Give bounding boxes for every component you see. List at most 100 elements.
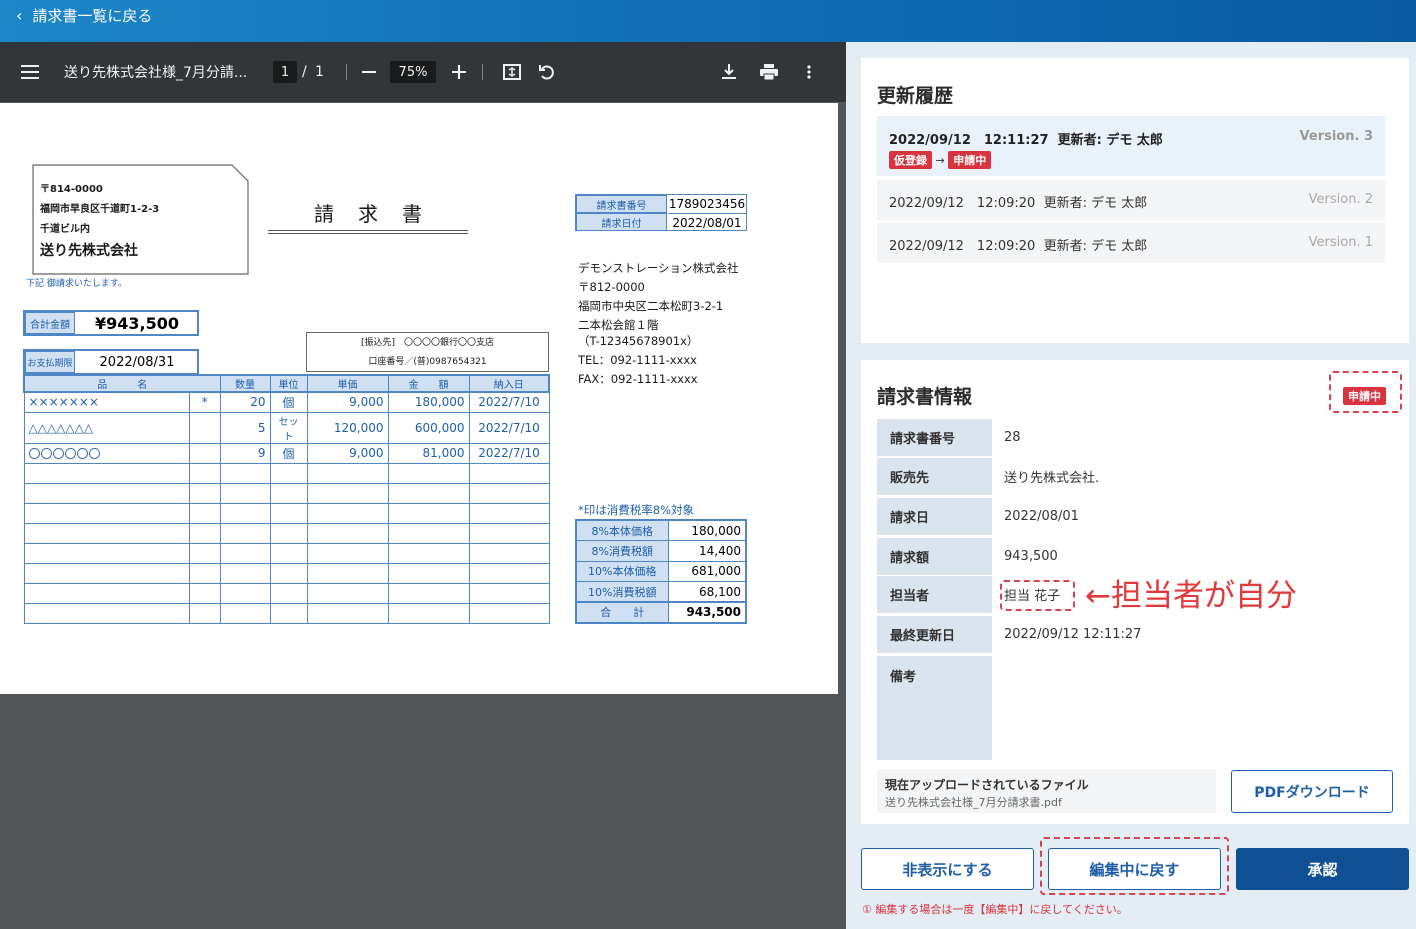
- table-cell: 個: [269, 442, 308, 464]
- table-cell: [468, 482, 550, 504]
- table-cell: [387, 502, 470, 524]
- summary-value: 943,500: [667, 601, 747, 623]
- title-underline: [268, 230, 468, 234]
- info-row: 最終更新日 2022/09/12 12:11:27: [877, 616, 1393, 653]
- issuer-line: デモンストレーション株式会社: [578, 261, 739, 275]
- download-icon[interactable]: [720, 42, 738, 102]
- summary-row: 10%消費税額 68,100: [575, 581, 747, 603]
- table-cell: [387, 562, 470, 584]
- zoom-in-icon[interactable]: [450, 42, 468, 102]
- history-datetime: 2022/09/12 12:09:20: [889, 196, 1036, 211]
- table-cell: 9,000: [306, 391, 389, 413]
- address-company: 送り先株式会社: [40, 243, 138, 259]
- table-cell: [306, 602, 389, 624]
- back-to-invoice-list-link[interactable]: ‹ 請求書一覧に戻る: [16, 0, 152, 30]
- history-user: 更新者: デモ 太郎: [1043, 196, 1148, 211]
- history-version: Version. 2: [1308, 192, 1373, 207]
- back-to-edit-button[interactable]: 編集中に戻す: [1048, 848, 1221, 890]
- approve-button[interactable]: 承認: [1236, 848, 1409, 890]
- table-cell: [23, 602, 190, 624]
- table-row: 〇〇〇〇〇〇 9 個 9,000 81,000 2022/7/10: [23, 442, 550, 464]
- assignee-annotation: ←担当者が自分: [1085, 578, 1297, 614]
- table-cell: [219, 602, 271, 624]
- table-cell: [219, 562, 271, 584]
- more-options-icon[interactable]: [802, 42, 816, 102]
- table-cell: *: [188, 391, 221, 413]
- table-cell: [23, 562, 190, 584]
- table-cell: 600,000: [387, 411, 470, 444]
- table-row: △△△△△△△ 5 セット 120,000 600,000 2022/7/10: [23, 411, 550, 444]
- table-cell: [23, 502, 190, 524]
- table-cell: セット: [269, 411, 308, 444]
- address-line1: 福岡市早良区千道町1-2-3: [40, 204, 160, 215]
- history-title: 更新履歴: [877, 85, 954, 107]
- summary-row: 10%本体価格 681,000: [575, 560, 747, 582]
- table-row: [23, 542, 550, 564]
- summary-table: 8%本体価格 180,000 8%消費税額 14,400 10%本体価格 681,000 1…: [575, 519, 747, 624]
- summary-row: 8%消費税額 14,400: [575, 540, 747, 562]
- address-postal: 〒814-0000: [40, 184, 103, 195]
- table-cell: [387, 582, 470, 604]
- invoice-document: 〒814-0000 福岡市早良区千道町1-2-3 千道ビル内 送り先株式会社 下…: [0, 103, 838, 694]
- hide-button[interactable]: 非表示にする: [861, 848, 1034, 890]
- table-cell: [23, 482, 190, 504]
- table-cell: [219, 522, 271, 544]
- history-entry[interactable]: 2022/09/12 12:09:20 更新者: デモ 太郎 Version. …: [877, 180, 1385, 220]
- pdf-download-button[interactable]: PDFダウンロード: [1231, 770, 1393, 813]
- table-cell: [23, 582, 190, 604]
- info-value: 2022/08/01: [1004, 509, 1079, 524]
- status-arrow: →: [935, 154, 945, 167]
- column-header: 品 名: [23, 374, 221, 393]
- menu-icon[interactable]: [18, 42, 42, 102]
- page-number-input[interactable]: 1: [273, 61, 297, 83]
- table-cell: [468, 602, 550, 624]
- summary-value: 14,400: [667, 540, 747, 562]
- assignee-highlight: [1000, 580, 1075, 611]
- table-cell: [188, 582, 221, 604]
- status-badge: 申請中: [1343, 387, 1386, 405]
- history-entry[interactable]: 2022/09/12 12:09:20 更新者: デモ 太郎 Version. …: [877, 223, 1385, 263]
- zoom-level-input[interactable]: 75%: [390, 61, 436, 83]
- info-status: 申請中: [1343, 385, 1386, 405]
- print-icon[interactable]: [759, 42, 779, 102]
- meta-value: 1789023456: [668, 197, 746, 211]
- summary-label: 8%消費税額: [575, 540, 669, 562]
- table-cell: [269, 602, 308, 624]
- table-cell: 2022/7/10: [468, 391, 550, 413]
- table-row: [23, 522, 550, 544]
- due-label: お支払期限: [25, 351, 75, 373]
- zoom-out-icon[interactable]: [360, 42, 378, 102]
- table-cell: [306, 542, 389, 564]
- table-cell: [269, 462, 308, 484]
- table-cell: [306, 482, 389, 504]
- pdf-toolbar: 送り先株式会社様_7月分請... 1 / 1 75%: [0, 42, 846, 102]
- history-version: Version. 3: [1299, 129, 1373, 144]
- meta-value: 2022/08/01: [668, 213, 746, 231]
- table-cell: [188, 502, 221, 524]
- info-label: 販売先: [877, 458, 992, 495]
- page-separator: /: [302, 64, 307, 80]
- issuer-line: （T-12345678901x）: [578, 334, 699, 348]
- table-cell: [269, 582, 308, 604]
- address-line2: 千道ビル内: [40, 224, 90, 235]
- table-row: [23, 602, 550, 624]
- table-cell: △△△△△△△: [23, 411, 190, 444]
- table-cell: [188, 562, 221, 584]
- summary-value: 681,000: [667, 560, 747, 582]
- rotate-icon[interactable]: [537, 42, 557, 102]
- table-cell: 2022/7/10: [468, 411, 550, 444]
- table-cell: [306, 582, 389, 604]
- meta-label: 請求書番号: [576, 195, 667, 213]
- due-date-box: お支払期限 2022/08/31: [23, 349, 199, 375]
- table-row: [23, 462, 550, 484]
- fit-page-icon[interactable]: [502, 42, 522, 102]
- invoice-title: 請 求 書: [314, 202, 424, 226]
- table-cell: [468, 502, 550, 524]
- table-cell: [306, 522, 389, 544]
- info-row: 備考: [877, 656, 1393, 760]
- top-bar: ‹ 請求書一覧に戻る: [0, 0, 1416, 42]
- table-cell: [188, 602, 221, 624]
- info-label: 請求書番号: [877, 419, 992, 456]
- table-cell: [306, 462, 389, 484]
- history-entry[interactable]: 2022/09/12 12:11:27 更新者: デモ 太郎 Version. …: [877, 116, 1385, 176]
